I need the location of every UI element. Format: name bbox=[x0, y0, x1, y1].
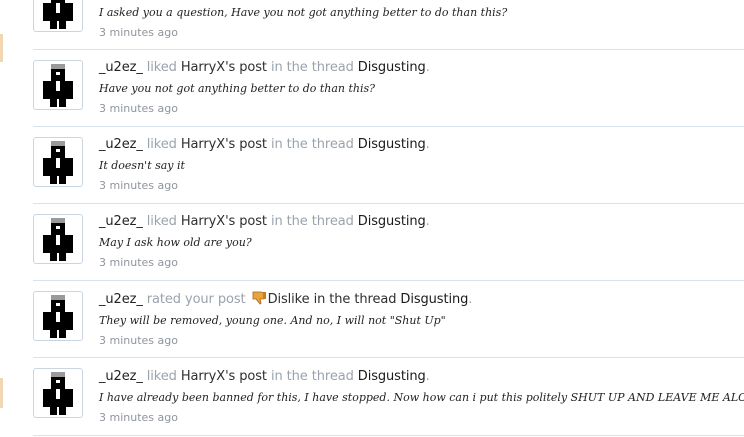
avatar[interactable] bbox=[33, 214, 83, 264]
sidebar-edge-top bbox=[0, 34, 3, 62]
feed-item: _u2ez_ liked HarryX's post in the thread… bbox=[33, 49, 744, 127]
thread-link[interactable]: Disgusting bbox=[358, 137, 426, 152]
rating-name: Dislike bbox=[267, 292, 310, 307]
period: . bbox=[425, 214, 430, 229]
item-timestamp[interactable]: 3 minutes ago bbox=[99, 102, 178, 115]
username-link[interactable]: _u2ez_ bbox=[99, 214, 143, 229]
avatar-image bbox=[43, 141, 73, 184]
in-thread-text: in the thread bbox=[270, 369, 354, 384]
post-link[interactable]: HarryX's post bbox=[181, 60, 267, 75]
username-link[interactable]: _u2ez_ bbox=[99, 292, 143, 307]
avatar-image bbox=[43, 295, 73, 338]
item-action-line: _u2ez_ liked HarryX's post in the thread… bbox=[99, 214, 430, 229]
thread-link[interactable]: Disgusting bbox=[358, 369, 426, 384]
item-snippet: I have already been banned for this, I h… bbox=[99, 391, 744, 404]
item-snippet: May I ask how old are you? bbox=[99, 236, 252, 249]
avatar[interactable] bbox=[33, 368, 83, 418]
in-thread-text: in the thread bbox=[313, 292, 397, 307]
action-verb: liked bbox=[146, 369, 177, 384]
thread-link[interactable]: Disgusting bbox=[358, 214, 426, 229]
avatar[interactable] bbox=[33, 137, 83, 187]
item-snippet: They will be removed, young one. And no,… bbox=[99, 314, 446, 327]
period: . bbox=[468, 292, 473, 307]
item-snippet: I asked you a question, Have you not got… bbox=[99, 6, 508, 19]
item-snippet: Have you not got anything better to do t… bbox=[99, 82, 376, 95]
item-timestamp[interactable]: 3 minutes ago bbox=[99, 256, 178, 269]
period: . bbox=[425, 369, 430, 384]
in-thread-text: in the thread bbox=[270, 60, 354, 75]
username-link[interactable]: _u2ez_ bbox=[99, 137, 143, 152]
item-timestamp[interactable]: 3 minutes ago bbox=[99, 411, 178, 424]
item-timestamp[interactable]: 3 minutes ago bbox=[99, 334, 178, 347]
action-verb: rated your post bbox=[146, 292, 246, 307]
feed-item: _u2ez_ liked HarryX's post in the thread… bbox=[33, 126, 744, 204]
avatar[interactable] bbox=[33, 291, 83, 341]
username-link[interactable]: _u2ez_ bbox=[99, 369, 143, 384]
feed-item: _u2ez_ rated your post Dislike in the th… bbox=[33, 280, 744, 358]
period: . bbox=[425, 60, 430, 75]
thumbs-down-icon bbox=[251, 291, 267, 309]
avatar[interactable] bbox=[33, 60, 83, 110]
feed-item: _u2ez_ liked HarryX's post in the thread… bbox=[33, 357, 744, 436]
item-action-line: _u2ez_ liked HarryX's post in the thread… bbox=[99, 60, 430, 75]
item-timestamp[interactable]: 3 minutes ago bbox=[99, 26, 178, 39]
item-action-line: _u2ez_ liked HarryX's post in the thread… bbox=[99, 137, 430, 152]
item-action-line: _u2ez_ rated your post Dislike in the th… bbox=[99, 291, 472, 309]
feed-item: I asked you a question, Have you not got… bbox=[33, 0, 744, 50]
in-thread-text: in the thread bbox=[270, 137, 354, 152]
thread-link[interactable]: Disgusting bbox=[358, 60, 426, 75]
action-verb: liked bbox=[146, 214, 177, 229]
avatar-image bbox=[43, 218, 73, 261]
action-verb: liked bbox=[146, 137, 177, 152]
avatar[interactable] bbox=[33, 0, 83, 32]
post-link[interactable]: HarryX's post bbox=[181, 369, 267, 384]
avatar-image bbox=[43, 64, 73, 107]
item-snippet: It doesn't say it bbox=[99, 159, 185, 172]
action-verb: liked bbox=[146, 60, 177, 75]
in-thread-text: in the thread bbox=[270, 214, 354, 229]
period: . bbox=[425, 137, 430, 152]
post-link[interactable]: HarryX's post bbox=[181, 137, 267, 152]
username-link[interactable]: _u2ez_ bbox=[99, 60, 143, 75]
post-link[interactable]: HarryX's post bbox=[181, 214, 267, 229]
feed-item: _u2ez_ liked HarryX's post in the thread… bbox=[33, 203, 744, 281]
item-action-line: _u2ez_ liked HarryX's post in the thread… bbox=[99, 369, 430, 384]
avatar-image bbox=[43, 372, 73, 415]
sidebar-edge-bottom bbox=[0, 378, 3, 408]
item-timestamp[interactable]: 3 minutes ago bbox=[99, 179, 178, 192]
avatar-image bbox=[43, 0, 73, 29]
thread-link[interactable]: Disgusting bbox=[400, 292, 468, 307]
